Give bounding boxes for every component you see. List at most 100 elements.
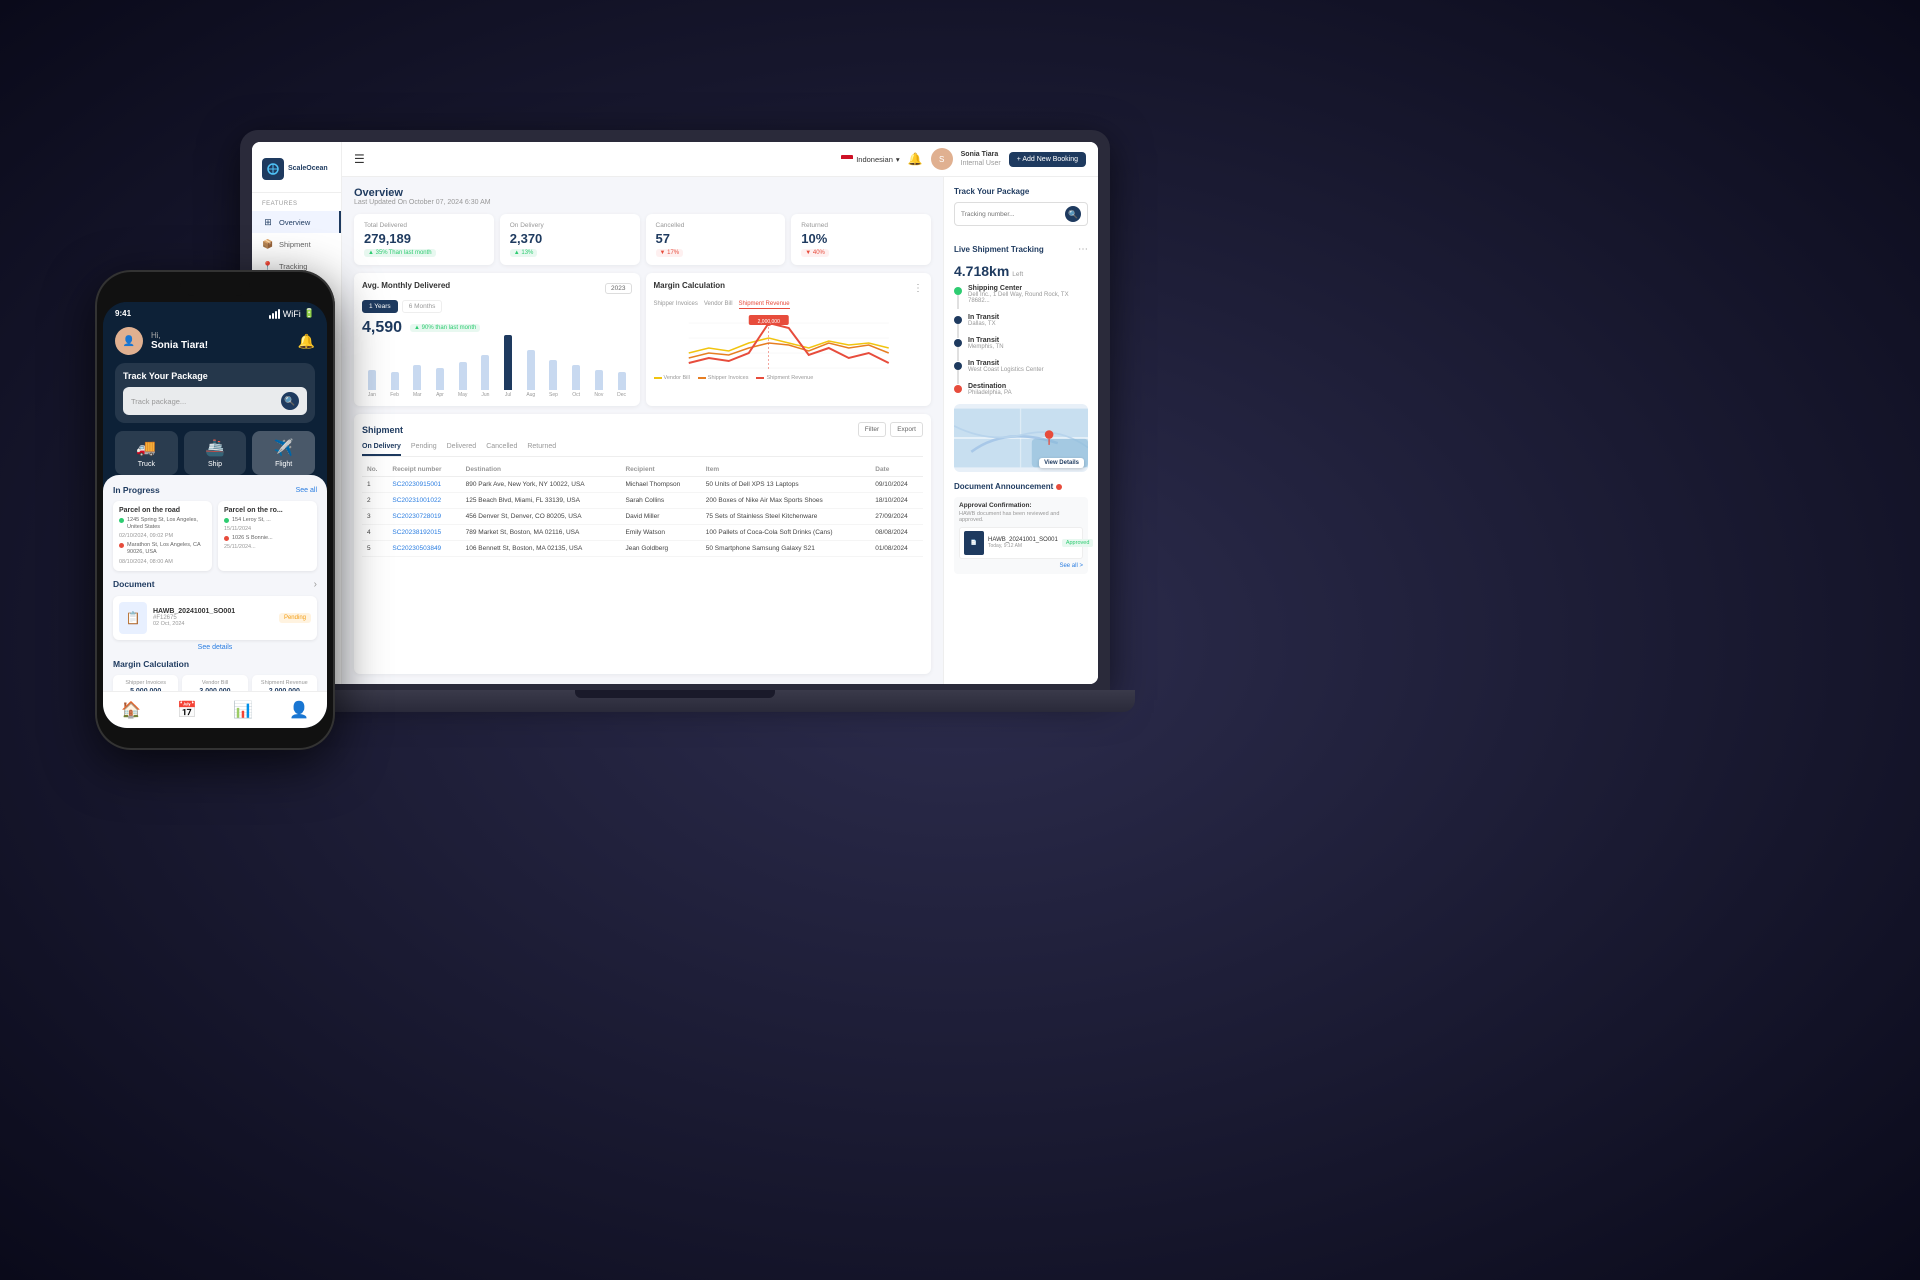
phone-document-section: Document › 📋 HAWB_20241001_SO001 #F12675… [113,579,317,651]
avg-monthly-title: Avg. Monthly Delivered [362,281,450,290]
add-booking-button[interactable]: + Add New Booking [1009,152,1086,167]
col-item: Item [701,463,871,477]
cell-receipt-0[interactable]: SC20230915001 [387,477,460,493]
table-row: 5 SC20230503849 106 Bennett St, Boston, … [362,541,923,557]
cell-date-1: 18/10/2024 [870,493,923,509]
cell-receipt-1[interactable]: SC20231001022 [387,493,460,509]
sidebar-item-shipment[interactable]: 📦 Shipment [252,233,341,255]
tab-returned[interactable]: Returned [527,443,556,456]
to-dot-1 [224,536,229,541]
chart-tabs: 1 Years 6 Months [362,300,632,313]
shipment-actions: Filter Export [858,422,923,437]
phone-transport-tabs: 🚚 Truck 🚢 Ship ✈️ Flight [115,431,315,475]
track-search-input[interactable] [961,211,1065,218]
phone-search-button[interactable]: 🔍 [281,392,299,410]
margin-tab-vendor[interactable]: Vendor Bill [704,300,733,309]
stat-badge-text-1: ▲ 13% [514,250,534,256]
menu-button[interactable]: ☰ [354,152,365,166]
step-label-3: In Transit [968,360,1044,367]
margin-item-0: Shipper Invoices 5,000,000 [113,675,178,691]
in-progress-title: In Progress [113,485,160,495]
stat-label-2: Cancelled [656,222,776,229]
signal-icon [269,309,280,319]
more-options-icon[interactable]: ⋮ [913,283,923,294]
topbar: ☰ Indonesian ▾ 🔔 [342,142,1098,177]
phone-greeting: Hi, Sonia Tiara! [143,331,298,351]
see-all-link[interactable]: See all > [959,563,1083,569]
truck-label: Truck [138,461,155,468]
phone-track-input[interactable]: Track package... 🔍 [123,387,307,415]
phone-notch [180,278,250,296]
chart-tab-1year[interactable]: 1 Years [362,300,398,313]
main-content: ☰ Indonesian ▾ 🔔 [342,142,1098,684]
bar-group-Nov: Nov [589,370,609,398]
parcel-from-addr-1: 154 Leroy St, ... [232,517,271,524]
cell-date-3: 08/08/2024 [870,525,923,541]
margin-item-2: Shipment Revenue 2,000,000 [252,675,317,691]
timeline-step-3: In Transit West Coast Logistics Center [954,360,1088,373]
phone-doc-name: HAWB_20241001_SO001 [153,608,273,615]
phone-margin-title: Margin Calculation [113,659,317,669]
page-header: Overview Last Updated On October 07, 202… [354,187,931,206]
view-details-button[interactable]: View Details [1039,458,1084,468]
cell-dest-3: 789 Market St, Boston, MA 02116, USA [461,525,621,541]
cell-receipt-4[interactable]: SC20230503849 [387,541,460,557]
stat-badge-sub-0: Than last month [389,250,432,256]
sidebar-shipment-label: Shipment [279,240,311,249]
parcel-from-0: 1245 Spring St, Los Angeles, United Stat… [119,517,206,531]
sidebar-item-overview[interactable]: ⊞ Overview [252,211,341,233]
bar-label-Nov: Nov [594,392,603,398]
bar-Dec [618,372,626,390]
cell-no-1: 2 [362,493,387,509]
parcel-from-date-0: 02/10/2024, 09:02 PM [119,533,206,539]
tab-truck[interactable]: 🚚 Truck [115,431,178,475]
nav-profile-icon[interactable]: 👤 [289,700,309,720]
stat-badge-1: ▲ 13% [510,249,538,257]
phone-bell[interactable]: 🔔 [298,333,315,350]
step-label-2: In Transit [968,337,1004,344]
origin-dot [954,287,962,295]
chart-tab-6month[interactable]: 6 Months [402,300,443,313]
tab-cancelled[interactable]: Cancelled [486,443,517,456]
truck-icon: 🚚 [136,438,156,458]
track-search-button[interactable]: 🔍 [1065,206,1081,222]
stat-value-3: 10% [801,231,921,246]
bar-group-Jan: Jan [362,370,382,398]
cell-receipt-3[interactable]: SC20238192015 [387,525,460,541]
laptop-base [215,690,1135,712]
document-chevron-icon[interactable]: › [314,579,317,590]
nav-calendar-icon[interactable]: 📅 [177,700,197,720]
margin-tab-revenue[interactable]: Shipment Revenue [739,300,790,309]
cell-receipt-2[interactable]: SC20230728019 [387,509,460,525]
bar-group-Feb: Feb [385,372,405,398]
notification-bell[interactable]: 🔔 [908,152,923,166]
stat-value-1: 2,370 [510,231,630,246]
live-tracking-more-icon[interactable]: ⋯ [1078,244,1088,255]
cell-recipient-1: Sarah Collins [620,493,700,509]
legend-revenue: Shipment Revenue [766,375,813,381]
timeline-step-1: In Transit Dallas, TX [954,314,1088,327]
tab-on-delivery[interactable]: On Delivery [362,443,401,456]
battery-icon: 🔋 [304,308,315,319]
nav-home-icon[interactable]: 🏠 [121,700,141,720]
charts-row: Avg. Monthly Delivered 2023 1 Years 6 Mo… [354,273,931,406]
phone-screen: 9:41 WiFi 🔋 👤 [103,302,327,728]
language-selector[interactable]: Indonesian ▾ [841,155,899,164]
year-badge[interactable]: 2023 [605,283,631,294]
shipment-table: No. Receipt number Destination Recipient… [362,463,923,557]
tab-pending[interactable]: Pending [411,443,437,456]
cell-dest-0: 890 Park Ave, New York, NY 10022, USA [461,477,621,493]
see-all-button[interactable]: See all [296,487,317,494]
nav-chart-icon[interactable]: 📊 [233,700,253,720]
tab-ship[interactable]: 🚢 Ship [184,431,247,475]
tab-flight[interactable]: ✈️ Flight [252,431,315,475]
phone-body: In Progress See all Parcel on the road 1… [103,475,327,691]
cell-item-4: 50 Smartphone Samsung Galaxy S21 [701,541,871,557]
export-button[interactable]: Export [890,422,923,437]
bar-group-May: May [453,362,473,398]
tab-delivered[interactable]: Delivered [447,443,477,456]
phone-see-details[interactable]: See details [113,644,317,651]
main-body: Overview Last Updated On October 07, 202… [342,177,1098,684]
filter-button[interactable]: Filter [858,422,886,437]
margin-tab-shipper[interactable]: Shipper Invoices [654,300,698,309]
